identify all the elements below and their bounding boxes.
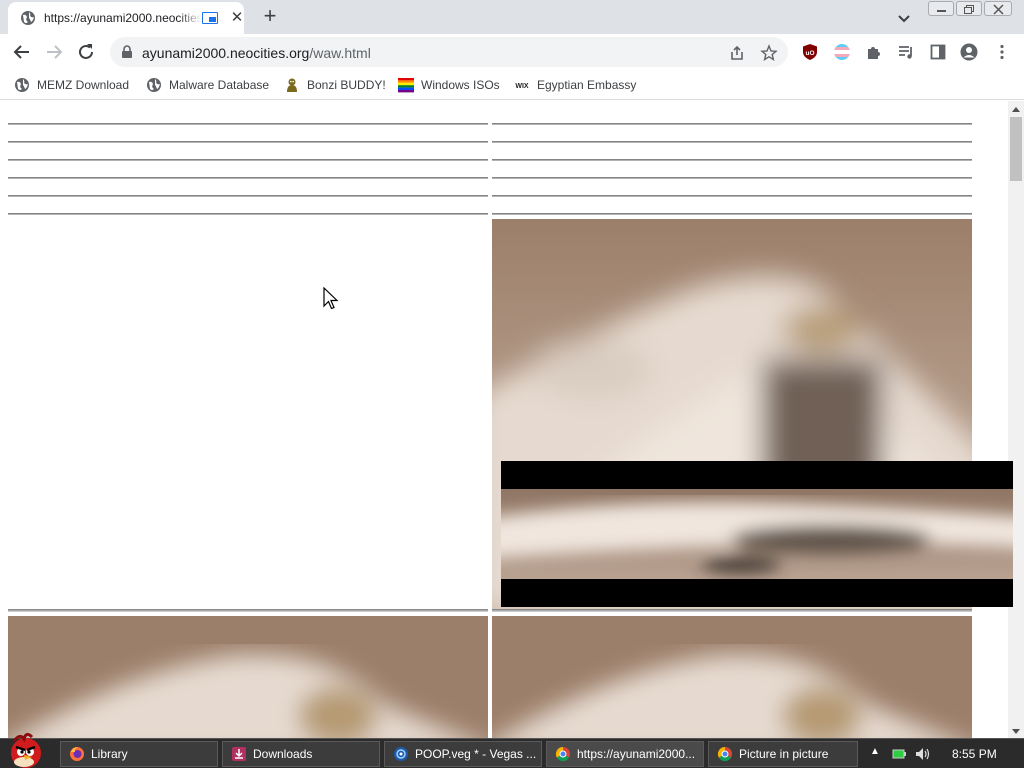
picture-in-picture-window[interactable] [501, 461, 1013, 607]
bookmarks-bar: MEMZ Download Malware Database Bonzi BUD… [0, 70, 1024, 100]
taskbar-item-label: Library [91, 747, 128, 761]
browser-toolbar: ayunami2000.neocities.org/waw.html uO [0, 34, 1024, 70]
video-frame-bottom-right[interactable] [492, 616, 972, 738]
more-menu-icon[interactable] [993, 43, 1011, 61]
taskbar-item-label: POOP.veg * - Vegas ... [415, 747, 537, 761]
chevron-down-icon[interactable] [894, 8, 914, 28]
media-controls-icon[interactable] [897, 43, 915, 61]
close-tab-button[interactable]: ✕ [228, 9, 246, 27]
new-tab-button[interactable]: + [258, 4, 282, 28]
page-scrollbar[interactable] [1008, 101, 1024, 738]
start-button-angry-bird-icon[interactable] [2, 731, 50, 768]
tab-strip: https://ayunami2000.neocities.org/waw.ht… [0, 0, 1024, 34]
horizontal-rules-left [8, 123, 488, 231]
taskbar-item-label: Picture in picture [739, 747, 829, 761]
taskbar-item-picture-in-picture[interactable]: Picture in picture [708, 741, 858, 767]
pip-video[interactable] [501, 489, 1013, 579]
bookmark-memz-download[interactable]: MEMZ Download [14, 76, 129, 94]
scroll-down-arrow-icon[interactable] [1012, 729, 1020, 734]
bookmark-windows-isos[interactable]: Windows ISOs [398, 76, 500, 94]
svg-text:uO: uO [805, 50, 814, 57]
taskbar-item-label: https://ayunami2000... [577, 747, 696, 761]
video-frame-bottom-left[interactable] [8, 616, 488, 738]
system-tray: ▲ 8:55 PM [862, 741, 1024, 767]
bookmark-label: Windows ISOs [421, 78, 500, 92]
clock[interactable]: 8:55 PM [952, 747, 997, 761]
browser-tab[interactable]: https://ayunami2000.neocities.org/waw.ht… [8, 2, 244, 34]
bookmark-label: Bonzi BUDDY! [307, 78, 386, 92]
globe-icon [15, 78, 29, 92]
firefox-icon [70, 747, 84, 761]
taskbar-item-chrome-page[interactable]: https://ayunami2000... [546, 741, 704, 767]
mouse-cursor-icon [323, 287, 339, 310]
profile-avatar-icon[interactable] [960, 43, 978, 61]
tab-title: https://ayunami2000.neocities.org/waw.ht… [44, 11, 202, 25]
chrome-icon [555, 746, 570, 762]
rainbow-flag-icon [398, 78, 414, 93]
bookmark-label: MEMZ Download [37, 78, 130, 92]
downloads-icon [232, 747, 246, 761]
url-path: /waw.html [309, 45, 371, 61]
minimize-button[interactable] [928, 1, 954, 16]
wix-icon: WIX [515, 83, 529, 90]
taskbar-item-library[interactable]: Library [60, 741, 218, 767]
tray-expand-arrow[interactable]: ▲ [870, 746, 880, 757]
lock-icon[interactable] [120, 45, 134, 59]
bookmark-malware-database[interactable]: Malware Database [146, 76, 269, 94]
scroll-up-arrow-icon[interactable] [1012, 107, 1020, 112]
ublock-origin-icon[interactable]: uO [801, 43, 819, 61]
url-host: ayunami2000.neocities.org [142, 45, 310, 61]
bookmark-star-icon[interactable] [760, 44, 778, 62]
share-icon[interactable] [728, 44, 746, 62]
globe-icon [21, 11, 35, 25]
chrome-icon [717, 746, 732, 762]
trans-flag-extension-icon[interactable] [833, 43, 851, 61]
blurred-video-image [492, 616, 972, 738]
page-content [0, 101, 1008, 738]
address-bar[interactable]: ayunami2000.neocities.org/waw.html [110, 37, 788, 67]
blurred-video-image [501, 489, 1013, 579]
back-arrow-icon[interactable] [10, 40, 34, 64]
restore-button[interactable] [956, 1, 982, 16]
blurred-video-image [8, 616, 488, 738]
close-window-button[interactable] [984, 1, 1012, 16]
taskbar: Library Downloads POOP.veg * - Vegas ...… [0, 732, 1024, 768]
taskbar-item-label: Downloads [253, 747, 313, 761]
picture-in-picture-icon[interactable] [202, 12, 218, 24]
bookmark-label: Egyptian Embassy [537, 78, 637, 92]
vegas-icon [394, 747, 408, 761]
globe-icon [147, 78, 161, 92]
horizontal-rules-right [492, 123, 972, 231]
battery-icon[interactable] [892, 747, 906, 761]
reload-icon[interactable] [74, 40, 98, 64]
bookmark-egyptian-embassy[interactable]: WIX Egyptian Embassy [514, 76, 636, 94]
bookmark-bonzi-buddy[interactable]: Bonzi BUDDY! [284, 76, 386, 94]
wix-logo-text: WIX [515, 83, 529, 90]
scrollbar-thumb[interactable] [1010, 117, 1022, 181]
side-panel-icon[interactable] [929, 43, 947, 61]
bonzi-icon [287, 78, 297, 92]
divider-right [492, 609, 972, 612]
divider-left [8, 609, 488, 612]
taskbar-item-vegas[interactable]: POOP.veg * - Vegas ... [384, 741, 542, 767]
forward-arrow-icon[interactable] [42, 40, 66, 64]
taskbar-item-downloads[interactable]: Downloads [222, 741, 380, 767]
bookmark-label: Malware Database [169, 78, 270, 92]
volume-icon[interactable] [914, 746, 930, 762]
extensions-puzzle-icon[interactable] [865, 43, 883, 61]
